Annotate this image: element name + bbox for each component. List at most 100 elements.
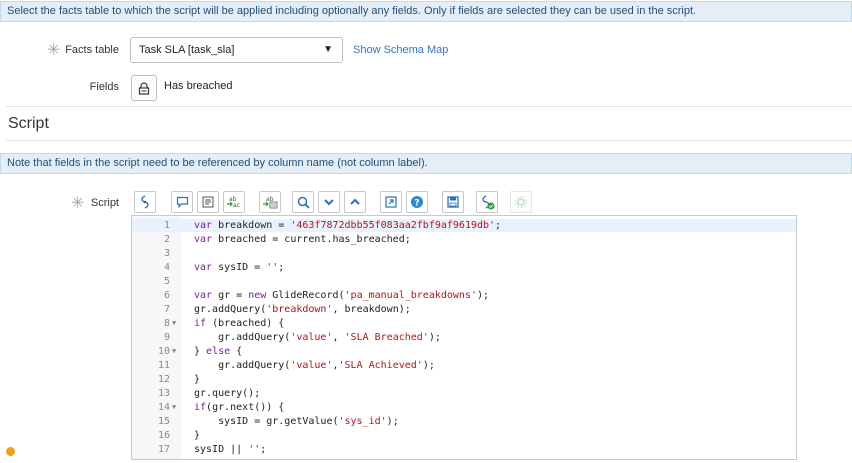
code-line[interactable]: 5 [132, 275, 796, 288]
line-number: 6 [163, 290, 170, 301]
code-line[interactable]: 17 sysID || ''; [132, 443, 796, 456]
line-number: 5 [163, 276, 170, 287]
code-line[interactable]: 6 var gr = new GlideRecord('pa_manual_bre… [132, 289, 796, 302]
code-line[interactable]: 4 var sysID = ''; [132, 261, 796, 274]
warning-icon[interactable] [6, 447, 15, 456]
code-text: sysID = gr.getValue('sys_id'); [194, 416, 399, 427]
search-icon [297, 196, 310, 209]
line-number: 1 [163, 220, 170, 231]
line-number: 9 [163, 332, 170, 343]
script-code-editor[interactable]: 1 var breakdown = '463f7872dbb55f083aa2fb… [131, 215, 797, 460]
lock-icon [138, 81, 150, 95]
fields-lock-button[interactable] [131, 75, 157, 101]
svg-text:?: ? [414, 199, 419, 209]
script-debugger-button[interactable] [476, 191, 498, 213]
code-text: gr.addQuery('value','SLA Achieved'); [194, 360, 435, 371]
find-next-button[interactable] [318, 191, 340, 213]
line-number: 16 [157, 430, 170, 441]
code-line[interactable]: 9 gr.addQuery('value', 'SLA Breached'); [132, 331, 796, 344]
chevron-up-icon [350, 198, 360, 205]
line-number: 2 [163, 234, 170, 245]
replace-button[interactable]: ab ac [223, 191, 245, 213]
help-button[interactable]: ? [406, 191, 428, 213]
facts-table-label: Facts table [65, 44, 119, 56]
fullscreen-button[interactable] [380, 191, 402, 213]
facts-table-value: Task SLA [task_sla] [139, 44, 235, 56]
show-schema-map-link[interactable]: Show Schema Map [353, 44, 448, 56]
svg-text:ac: ac [233, 202, 240, 209]
code-line[interactable]: 10 ▼ } else { [132, 345, 796, 358]
gear-icon [514, 195, 528, 209]
facts-table-info-bar: Select the facts table to which the scri… [0, 1, 852, 22]
dropdown-caret-icon: ▼ [323, 44, 333, 55]
code-line[interactable]: 15 sysID = gr.getValue('sys_id'); [132, 415, 796, 428]
chevron-down-icon [324, 199, 334, 206]
line-number: 11 [157, 360, 170, 371]
fold-toggle-icon[interactable]: ▼ [172, 345, 176, 358]
facts-table-info-text: Select the facts table to which the scri… [7, 5, 697, 17]
line-number: 3 [163, 248, 170, 259]
code-line[interactable]: 7 gr.addQuery('breakdown', breakdown); [132, 303, 796, 316]
code-text: gr.addQuery('breakdown', breakdown); [194, 304, 411, 315]
line-number: 8 [163, 318, 170, 329]
facts-table-select[interactable]: Task SLA [task_sla] ▼ [130, 37, 343, 63]
code-text: sysID || ''; [194, 444, 267, 455]
line-number: 4 [163, 262, 170, 273]
line-number: 10 [157, 346, 170, 357]
code-line[interactable]: 11 gr.addQuery('value','SLA Achieved'); [132, 359, 796, 372]
code-text: var gr = new GlideRecord('pa_manual_brea… [194, 290, 490, 301]
fields-value: Has breached [164, 80, 233, 92]
script-info-text: Note that fields in the script need to b… [7, 157, 428, 169]
code-line[interactable]: 14 ▼ if(gr.next()) { [132, 401, 796, 414]
code-line[interactable]: 3 [132, 247, 796, 260]
line-number: 14 [157, 402, 170, 413]
script-check-icon [481, 194, 494, 209]
code-text: if(gr.next()) { [194, 402, 285, 413]
script-section-title: Script [8, 115, 49, 132]
comment-bubble-icon [176, 196, 188, 208]
line-number: 15 [157, 416, 170, 427]
syntax-toggle-icon [141, 195, 149, 209]
code-text: gr.addQuery('value', 'SLA Breached'); [194, 332, 441, 343]
mandatory-asterisk-icon: ✳ [47, 42, 61, 59]
code-line[interactable]: 16} [132, 429, 796, 442]
section-divider [6, 140, 852, 141]
code-text: if (breached) { [194, 318, 285, 329]
fold-toggle-icon[interactable]: ▼ [172, 401, 176, 414]
save-button[interactable] [442, 191, 464, 213]
code-line[interactable]: 1 var breakdown = '463f7872dbb55f083aa2fb… [132, 219, 796, 232]
toggle-syntax-button[interactable] [134, 191, 156, 213]
mandatory-asterisk-icon: ✳ [71, 195, 85, 212]
find-previous-button[interactable] [344, 191, 366, 213]
format-button[interactable] [197, 191, 219, 213]
code-text: } else { [194, 346, 243, 357]
section-divider [6, 106, 852, 107]
script-info-bar: Note that fields in the script need to b… [0, 153, 852, 174]
code-text: var breakdown = '463f7872dbb55f083aa2fbf… [194, 220, 502, 231]
code-line[interactable]: 8 ▼ if (breached) { [132, 317, 796, 330]
line-number: 12 [157, 374, 170, 385]
code-text: gr.query(); [194, 388, 261, 399]
help-icon: ? [411, 196, 423, 209]
disabled-tool-button [510, 191, 532, 213]
code-text: var sysID = ''; [194, 262, 285, 273]
replace-all-icon: ab [263, 196, 278, 209]
fields-label: Fields [89, 81, 119, 93]
code-line[interactable]: 2 var breached = current.has_breached; [132, 233, 796, 246]
line-number: 17 [157, 444, 170, 455]
line-number: 13 [157, 388, 170, 399]
replace-all-button[interactable]: ab [259, 191, 281, 213]
save-icon [447, 196, 459, 208]
format-lines-icon [202, 196, 214, 208]
fold-toggle-icon[interactable]: ▼ [172, 317, 176, 330]
script-label: Script [90, 197, 119, 209]
code-text: } [194, 430, 201, 441]
code-text: var breached = current.has_breached; [194, 234, 411, 245]
code-text: } [194, 374, 201, 385]
comment-button[interactable] [171, 191, 193, 213]
line-number: 7 [163, 304, 170, 315]
replace-icon: ab ac [227, 196, 240, 209]
code-line[interactable]: 12} [132, 373, 796, 386]
code-line[interactable]: 13 gr.query(); [132, 387, 796, 400]
search-button[interactable] [292, 191, 314, 213]
